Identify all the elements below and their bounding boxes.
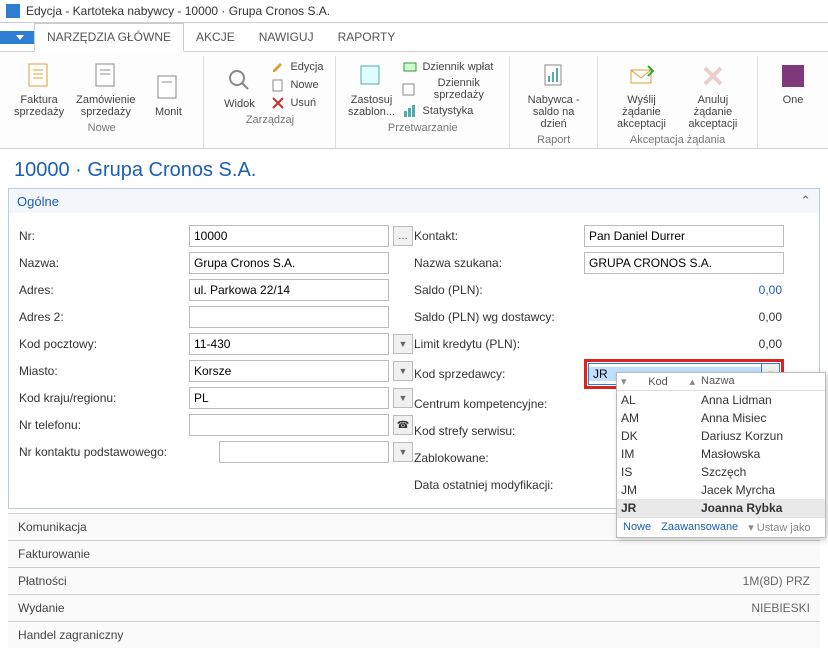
- onenote-icon: [777, 60, 809, 92]
- send-request-icon: [626, 60, 658, 92]
- cancel-request-icon: [697, 60, 729, 92]
- page-title: 10000 · Grupa Cronos S.A.: [14, 159, 814, 182]
- view-icon: [223, 64, 255, 96]
- order-icon: [90, 60, 122, 92]
- btn-zastosuj-szablon[interactable]: Zastosuj szablon...: [344, 58, 398, 120]
- tab-home[interactable]: NARZĘDZIA GŁÓWNE: [34, 23, 184, 52]
- nr-telefonu-field[interactable]: [189, 414, 389, 436]
- kod-pocztowy-field[interactable]: [189, 333, 389, 355]
- btn-widok[interactable]: Widok: [212, 62, 266, 112]
- btn-edycja[interactable]: Edycja: [266, 58, 327, 76]
- adres2-field[interactable]: [189, 306, 389, 328]
- adres-field[interactable]: [189, 279, 389, 301]
- kontakt-field[interactable]: [584, 225, 784, 247]
- dropdown-row[interactable]: JRJoanna Rybka: [617, 499, 825, 517]
- stats-icon: [402, 103, 418, 119]
- section-handel-zagraniczny[interactable]: Handel zagraniczny: [8, 621, 820, 648]
- nazwa-szukana-field[interactable]: [584, 252, 784, 274]
- menu-bar: NARZĘDZIA GŁÓWNE AKCJE NAWIGUJ RAPORTY: [0, 23, 828, 52]
- window-title: Edycja - Kartoteka nabywcy - 10000 · Gru…: [26, 4, 330, 18]
- tab-navigate[interactable]: NAWIGUJ: [247, 24, 326, 50]
- btn-nowe[interactable]: Nowe: [266, 76, 327, 94]
- phone-action-button[interactable]: ☎: [393, 415, 413, 435]
- ribbon: Faktura sprzedaży Zamówienie sprzedaży M…: [0, 52, 828, 149]
- nazwa-field[interactable]: [189, 252, 389, 274]
- btn-dziennik-wplat[interactable]: Dziennik wpłat: [398, 58, 501, 76]
- btn-faktura-sprzedazy[interactable]: Faktura sprzedaży: [8, 58, 70, 120]
- btn-anuluj-zadanie: Anuluj żądanie akceptacji: [677, 58, 749, 132]
- btn-nabywca-saldo[interactable]: Nabywca - saldo na dzień: [518, 58, 589, 132]
- btn-onenote[interactable]: One: [766, 58, 820, 108]
- payment-journal-icon: [402, 59, 418, 75]
- section-fakturowanie[interactable]: Fakturowanie: [8, 540, 820, 567]
- miasto-dropdown-button[interactable]: ▼: [393, 361, 413, 381]
- page-header: 10000 · Grupa Cronos S.A.: [0, 149, 828, 188]
- dropdown-footer: Nowe Zaawansowane ▾ Ustaw jako: [617, 517, 825, 537]
- saldo-wd-value: 0,00: [584, 310, 784, 324]
- sales-journal-icon: [402, 81, 416, 97]
- tab-reports[interactable]: RAPORTY: [326, 24, 408, 50]
- chevron-up-icon: ⌃: [800, 193, 811, 209]
- kod-sprzedawcy-dropdown-list[interactable]: ▾Kod▴ Nazwa ALAnna LidmanAMAnna MisiecDK…: [616, 372, 826, 538]
- btn-zamowienie-sprzedazy[interactable]: Zamówienie sprzedaży: [70, 58, 141, 120]
- reminder-icon: [152, 72, 184, 104]
- nr-kontaktu-dropdown-button[interactable]: ▼: [393, 442, 413, 462]
- btn-wyslij-zadanie[interactable]: Wyślij żądanie akceptacji: [606, 58, 677, 132]
- limit-kredytu-value: 0,00: [584, 337, 784, 351]
- new-icon: [270, 77, 286, 93]
- miasto-field[interactable]: [189, 360, 389, 382]
- nr-kontaktu-field[interactable]: [219, 441, 389, 463]
- dropdown-row[interactable]: JMJacek Myrcha: [617, 481, 825, 499]
- dropdown-nowe-link[interactable]: Nowe: [623, 521, 651, 534]
- report-icon: [538, 60, 570, 92]
- invoice-icon: [23, 60, 55, 92]
- btn-dziennik-sprzedazy[interactable]: Dziennik sprzedaży: [398, 76, 501, 102]
- dropdown-zaawansowane-link[interactable]: Zaawansowane: [661, 521, 738, 534]
- title-bar: Edycja - Kartoteka nabywcy - 10000 · Gru…: [0, 0, 828, 23]
- dropdown-row[interactable]: IMMasłowska: [617, 445, 825, 463]
- template-icon: [355, 60, 387, 92]
- dropdown-ustaw-link[interactable]: ▾ Ustaw jako: [748, 521, 810, 534]
- btn-monit[interactable]: Monit: [141, 70, 195, 120]
- panel-header-ogolne[interactable]: Ogólne ⌃: [9, 189, 819, 213]
- saldo-value[interactable]: 0,00: [584, 283, 784, 297]
- edit-icon: [270, 59, 286, 75]
- delete-icon: [270, 95, 286, 111]
- dropdown-row[interactable]: ISSzczęch: [617, 463, 825, 481]
- kod-pocztowy-dropdown-button[interactable]: ▼: [393, 334, 413, 354]
- section-wydanie[interactable]: Wydanie NIEBIESKI: [8, 594, 820, 621]
- dropdown-row[interactable]: ALAnna Lidman: [617, 391, 825, 409]
- dropdown-row[interactable]: DKDariusz Korzun: [617, 427, 825, 445]
- kod-kraju-dropdown-button[interactable]: ▼: [393, 388, 413, 408]
- section-platnosci[interactable]: Płatności 1M(8D) PRZ: [8, 567, 820, 594]
- btn-statystyka[interactable]: Statystyka: [398, 102, 501, 120]
- dropdown-row[interactable]: AMAnna Misiec: [617, 409, 825, 427]
- nr-field[interactable]: [189, 225, 389, 247]
- nr-lookup-button[interactable]: …: [393, 226, 413, 246]
- tab-actions[interactable]: AKCJE: [184, 24, 247, 50]
- dropdown-header: ▾Kod▴ Nazwa: [617, 373, 825, 391]
- file-menu-button[interactable]: [0, 31, 34, 44]
- btn-usun[interactable]: Usuń: [266, 94, 327, 112]
- app-icon: [6, 4, 20, 18]
- kod-kraju-field[interactable]: [189, 387, 389, 409]
